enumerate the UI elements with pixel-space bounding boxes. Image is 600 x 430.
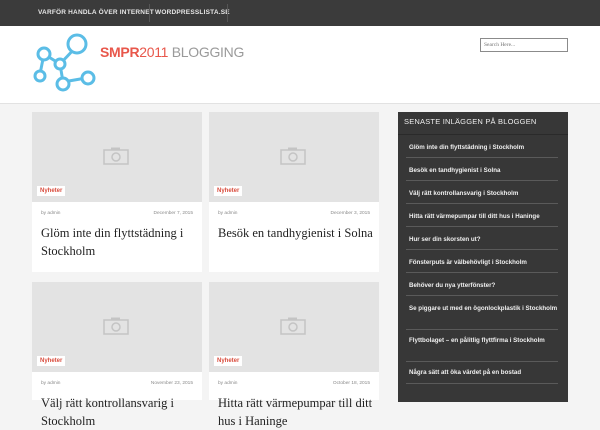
post-date: October 18, 2015 [332,381,370,386]
list-divider [406,249,558,250]
list-divider [406,272,558,273]
post-title[interactable]: Hitta rätt värmepumpar till ditt hus i H… [218,394,373,430]
post-author: by admin [218,211,238,216]
recent-post-link[interactable]: Fönsterputs är välbehövligt i Stockholm [409,258,558,268]
nav-divider [149,4,150,22]
recent-post-link[interactable]: Hitta rätt värmepumpar till ditt hus i H… [409,212,558,222]
recent-post-link[interactable]: Se piggare ut med en ögonlockplastik i S… [409,304,558,314]
recent-post-link[interactable]: Hur ser din skorsten ut? [409,235,558,245]
list-divider [406,383,558,384]
brand-part-smpr: SMPR [100,44,140,60]
recent-post-link[interactable]: Flyttbolaget – en pålitlig flyttfirma i … [409,336,558,346]
post-title[interactable]: Glöm inte din flyttstädning i Stockholm [41,224,196,260]
recent-post-link[interactable]: Behöver du nya ytterfönster? [409,281,558,291]
brand-part-year: 2011 [139,44,172,60]
post-card[interactable]: Nyheter by admin November 23, 2015 Välj … [32,282,202,428]
nav-divider [227,4,228,22]
nav-link-varfor-handla[interactable]: VARFÖR HANDLA ÖVER INTERNET [38,0,154,26]
list-divider [406,361,558,362]
post-thumbnail[interactable]: Nyheter [209,282,379,372]
site-header: SMPR2011 BLOGGING [0,26,600,104]
post-author: by admin [41,381,61,386]
recent-post-link[interactable]: Välj rätt kontrollansvarig i Stockholm [409,189,558,199]
list-divider [406,157,558,158]
list-divider [406,226,558,227]
image-placeholder-icon [103,317,129,335]
post-title[interactable]: Besök en tandhygienist i Solna [218,224,373,242]
post-title[interactable]: Välj rätt kontrollansvarig i Stockholm [41,394,196,430]
image-placeholder-icon [280,147,306,165]
recent-post-link[interactable]: Några sätt att öka värdet på en bostad [409,368,558,378]
category-badge[interactable]: Nyheter [214,186,243,196]
list-divider [406,203,558,204]
molecule-logo-icon [33,33,96,92]
brand-part-blogging: BLOGGING [171,44,245,60]
list-divider [406,295,558,296]
nav-link-wordpresslista[interactable]: WORDPRESSLISTA.SE [155,0,230,26]
widget-title: SENASTE INLÄGGEN PÅ BLOGGEN [404,117,537,126]
search-input[interactable] [480,38,568,52]
post-card[interactable]: Nyheter by admin October 18, 2015 Hitta … [209,282,379,428]
list-divider [406,329,558,330]
post-date: November 23, 2015 [150,381,193,386]
category-badge[interactable]: Nyheter [214,356,243,366]
site-title[interactable]: SMPR2011 BLOGGING [100,44,244,60]
list-divider [406,180,558,181]
post-thumbnail[interactable]: Nyheter [32,282,202,372]
post-card[interactable]: Nyheter by admin December 3, 2015 Besök … [209,112,379,272]
widget-divider [398,134,568,135]
category-badge[interactable]: Nyheter [37,356,66,366]
post-card[interactable]: Nyheter by admin December 7, 2015 Glöm i… [32,112,202,272]
post-thumbnail[interactable]: Nyheter [32,112,202,202]
post-date: December 7, 2015 [153,211,193,216]
post-author: by admin [41,211,61,216]
recent-posts-widget: SENASTE INLÄGGEN PÅ BLOGGEN Glöm inte di… [398,112,568,402]
image-placeholder-icon [280,317,306,335]
recent-post-link[interactable]: Besök en tandhygienist i Solna [409,166,558,176]
site-logo[interactable] [30,30,250,100]
top-navigation: VARFÖR HANDLA ÖVER INTERNET WORDPRESSLIS… [0,0,600,26]
recent-post-link[interactable]: Glöm inte din flyttstädning i Stockholm [409,143,558,153]
category-badge[interactable]: Nyheter [37,186,66,196]
post-thumbnail[interactable]: Nyheter [209,112,379,202]
post-author: by admin [218,381,238,386]
image-placeholder-icon [103,147,129,165]
post-date: December 3, 2015 [330,211,370,216]
